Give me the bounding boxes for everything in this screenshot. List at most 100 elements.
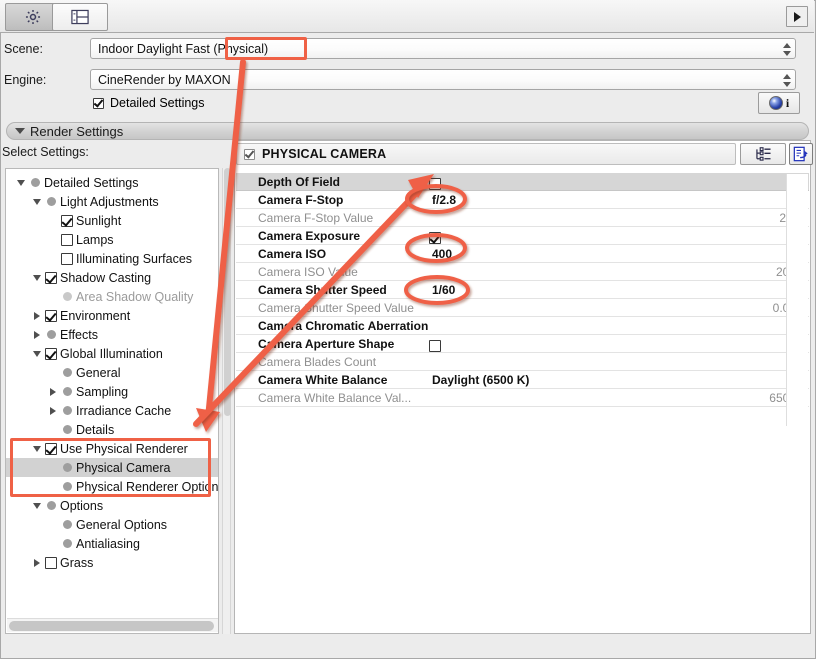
tab-layout[interactable]: [52, 3, 108, 31]
property-name: Camera Aperture Shape: [258, 337, 394, 351]
property-name: Camera White Balance Val...: [258, 391, 411, 405]
property-name: Camera White Balance: [258, 373, 387, 387]
disclosure-triangle-right-icon[interactable]: [46, 401, 59, 420]
property-row[interactable]: Depth Of Field: [236, 173, 809, 191]
tree-item-checkbox[interactable]: [43, 306, 59, 325]
tree-indent: [6, 401, 46, 420]
panel-layout-icon: [70, 8, 90, 26]
bullet-icon: [43, 496, 59, 515]
disclosure-triangle-right-icon[interactable]: [30, 325, 43, 344]
tree-item-checkbox[interactable]: [43, 344, 59, 363]
export-button[interactable]: [789, 143, 813, 165]
property-row[interactable]: Camera Shutter Speed Value0.03: [236, 299, 809, 317]
scene-label: Scene:: [4, 42, 43, 56]
disclosure-triangle-down-icon[interactable]: [30, 496, 43, 515]
property-name: Camera Shutter Speed Value: [258, 301, 414, 315]
property-value[interactable]: 400: [432, 247, 452, 261]
tree-indent: [6, 420, 46, 439]
bullet-icon: [59, 515, 75, 534]
detailed-settings-checkbox[interactable]: [93, 98, 104, 109]
tree-indent: [6, 344, 30, 363]
bullet-icon: [59, 287, 75, 306]
disclosure-triangle-down-icon[interactable]: [30, 344, 43, 363]
tree-item-options[interactable]: Options: [6, 496, 218, 515]
tree-item-checkbox[interactable]: [59, 230, 75, 249]
tree-item-environment[interactable]: Environment: [6, 306, 218, 325]
property-row[interactable]: Camera Aperture Shape: [236, 335, 809, 353]
render-settings-bar[interactable]: Render Settings: [6, 122, 809, 140]
tree-item-lamps[interactable]: Lamps: [6, 230, 218, 249]
tree-item-shadow-casting[interactable]: Shadow Casting: [6, 268, 218, 287]
property-row[interactable]: Camera ISO Value200: [236, 263, 809, 281]
property-value[interactable]: Daylight (6500 K): [432, 373, 529, 387]
tree-item-general[interactable]: General: [6, 363, 218, 382]
tree-item-checkbox[interactable]: [59, 211, 75, 230]
properties-header[interactable]: PHYSICAL CAMERA: [236, 143, 736, 165]
tree-vertical-scrollbar[interactable]: [222, 168, 231, 634]
property-row[interactable]: Camera F-Stopf/2.8: [236, 191, 809, 209]
tree-item-sunlight[interactable]: Sunlight: [6, 211, 218, 230]
disclosure-triangle-down-icon[interactable]: [15, 128, 25, 134]
tree-item-global-illumination[interactable]: Global Illumination: [6, 344, 218, 363]
property-checkbox[interactable]: [429, 176, 441, 190]
tree-item-general-options[interactable]: General Options: [6, 515, 218, 534]
tree-horizontal-scrollbar[interactable]: [7, 618, 219, 632]
tree-vscrollbar-thumb[interactable]: [224, 168, 231, 416]
property-name: Camera Exposure: [258, 229, 360, 243]
property-row[interactable]: Camera Exposure: [236, 227, 809, 245]
tree-item-effects[interactable]: Effects: [6, 325, 218, 344]
tree-item-details[interactable]: Details: [6, 420, 218, 439]
tree-item-detailed-settings[interactable]: Detailed Settings: [6, 173, 218, 192]
tree-item-label: Lamps: [75, 233, 114, 247]
disclosure-triangle-right-icon[interactable]: [46, 382, 59, 401]
scene-combobox[interactable]: Indoor Daylight Fast (Physical): [90, 38, 796, 59]
settings-tree: Detailed Settings Light AdjustmentsSunlig…: [6, 173, 218, 572]
disclosure-triangle-down-icon[interactable]: [30, 192, 43, 211]
tree-item-illuminating-surfaces[interactable]: Illuminating Surfaces: [6, 249, 218, 268]
disclosure-triangle-down-icon[interactable]: [14, 173, 27, 192]
tree-twisty-spacer: [46, 420, 59, 439]
tree-list-icon: [755, 147, 772, 162]
engine-combobox[interactable]: CineRender by MAXON: [90, 69, 796, 90]
list-view-button[interactable]: [740, 143, 786, 165]
scene-stepper[interactable]: [782, 41, 791, 58]
property-name: Camera ISO Value: [258, 265, 358, 279]
property-row[interactable]: Camera White Balance Daylight (6500 K): [236, 371, 809, 389]
tree-item-antialiasing[interactable]: Antialiasing: [6, 534, 218, 553]
property-row[interactable]: Camera White Balance Val...6500: [236, 389, 809, 407]
tree-item-sampling[interactable]: Sampling: [6, 382, 218, 401]
property-row[interactable]: Camera Chromatic Aberration0: [236, 317, 809, 335]
physical-camera-enable-checkbox[interactable]: [244, 149, 255, 160]
tree-item-label: Details: [75, 423, 114, 437]
disclosure-triangle-right-icon[interactable]: [30, 306, 43, 325]
tree-item-label: Options: [59, 499, 103, 513]
disclosure-triangle-right-icon[interactable]: [30, 553, 43, 572]
property-value[interactable]: 1/60: [432, 283, 455, 297]
bullet-icon: [59, 363, 75, 382]
tree-indent: [6, 173, 14, 192]
tree-item-checkbox[interactable]: [43, 268, 59, 287]
tree-item-label: Detailed Settings: [43, 176, 139, 190]
property-name: Camera ISO: [258, 247, 326, 261]
info-button[interactable]: i: [758, 92, 800, 114]
tree-item-checkbox[interactable]: [59, 249, 75, 268]
tree-item-grass[interactable]: Grass: [6, 553, 218, 572]
tree-scrollbar-thumb[interactable]: [9, 621, 214, 631]
property-value[interactable]: f/2.8: [432, 193, 456, 207]
tree-item-light-adjustments[interactable]: Light Adjustments: [6, 192, 218, 211]
property-checkbox[interactable]: [429, 230, 441, 244]
tree-item-label: Global Illumination: [59, 347, 163, 361]
property-row[interactable]: Camera ISO 400: [236, 245, 809, 263]
property-row[interactable]: Camera Shutter Speed1/60: [236, 281, 809, 299]
detailed-settings-row[interactable]: Detailed Settings: [93, 96, 205, 110]
property-checkbox[interactable]: [429, 338, 441, 352]
toolbar-overflow-button[interactable]: [786, 6, 808, 27]
property-row[interactable]: Camera F-Stop Value2.8: [236, 209, 809, 227]
tree-item-area-shadow-quality[interactable]: Area Shadow Quality: [6, 287, 218, 306]
tree-item-irradiance-cache[interactable]: Irradiance Cache: [6, 401, 218, 420]
tree-twisty-spacer: [46, 230, 59, 249]
property-row[interactable]: Camera Blades Count5: [236, 353, 809, 371]
engine-stepper[interactable]: [782, 72, 791, 89]
disclosure-triangle-down-icon[interactable]: [30, 268, 43, 287]
tree-item-checkbox[interactable]: [43, 553, 59, 572]
